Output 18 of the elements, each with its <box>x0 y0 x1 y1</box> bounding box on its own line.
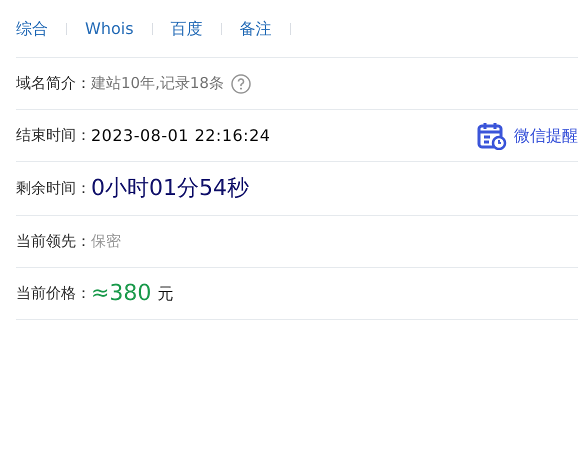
field-label: 当前领先： <box>16 231 91 252</box>
nav-link[interactable]: 综合 <box>16 16 48 40</box>
countdown-value: 0小时01分54秒 <box>91 175 249 203</box>
nav-link[interactable]: 备注 <box>240 16 272 40</box>
field-label: 域名简介： <box>16 73 91 94</box>
field-label: 当前价格： <box>16 283 91 304</box>
field-value: 建站10年,记录18条 <box>91 73 224 94</box>
reminder-link[interactable]: 微信提醒 <box>477 122 578 150</box>
price-value: ≈380 <box>91 280 152 308</box>
field-value: 保密 <box>91 231 121 252</box>
nav-link[interactable]: Whois <box>85 16 134 40</box>
field-label: 剩余时间： <box>16 178 91 200</box>
field-label: 结束时间： <box>16 125 91 146</box>
field-value: 2023-08-01 22:16:24 <box>91 124 270 146</box>
currency-unit: 元 <box>157 282 174 304</box>
help-icon[interactable] <box>230 74 251 94</box>
calendar-clock-icon <box>477 122 507 150</box>
nav-link[interactable]: 百度 <box>170 16 203 40</box>
